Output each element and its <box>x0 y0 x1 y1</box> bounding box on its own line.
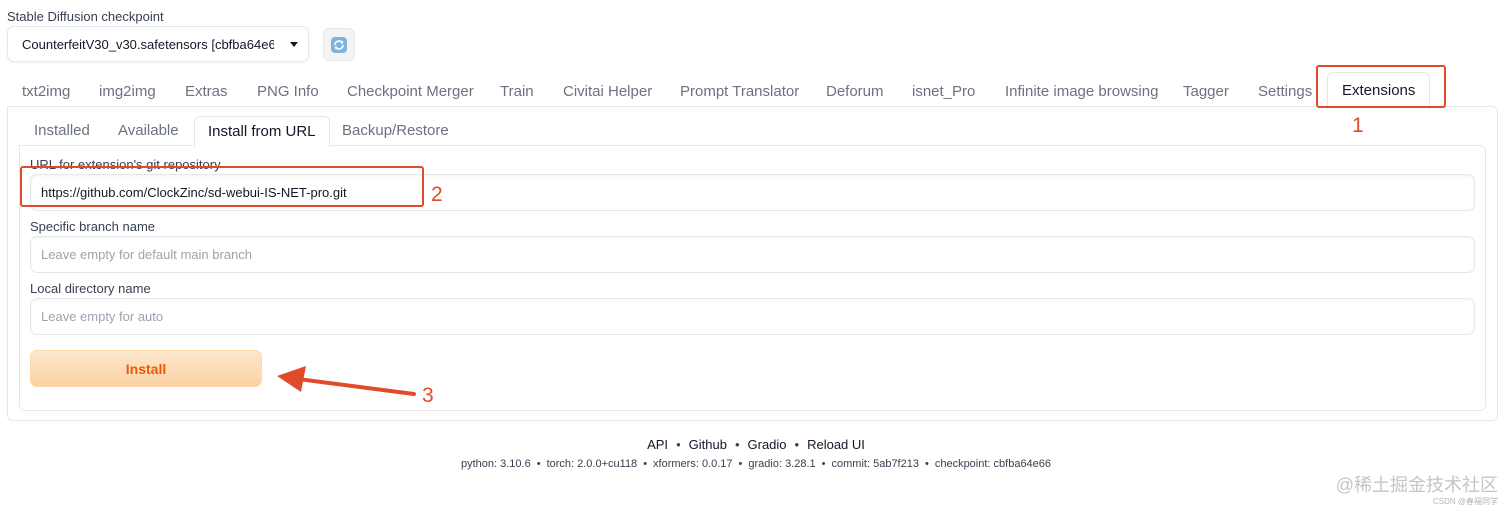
tab-png-info[interactable]: PNG Info <box>257 74 319 106</box>
tab-isnet-pro[interactable]: isnet_Pro <box>912 74 975 106</box>
annotation-arrow <box>277 366 416 396</box>
xformers-version: xformers: 0.0.17 <box>653 458 733 470</box>
tab-infinite-image-browsing[interactable]: Infinite image browsing <box>1005 74 1158 106</box>
branch-input[interactable] <box>30 236 1475 273</box>
tab-settings[interactable]: Settings <box>1258 74 1312 106</box>
footer-link-github[interactable]: Github <box>689 437 727 452</box>
tab-install-from-url[interactable]: Install from URL <box>194 116 330 148</box>
footer-link-reload-ui[interactable]: Reload UI <box>807 437 865 452</box>
tab-txt2img[interactable]: txt2img <box>22 74 70 106</box>
annotation-number-3: 3 <box>422 384 434 407</box>
tab-deforum[interactable]: Deforum <box>826 74 884 106</box>
tab-tagger[interactable]: Tagger <box>1183 74 1229 106</box>
chevron-down-icon <box>290 41 298 47</box>
annotation-box-extensions <box>1316 65 1446 108</box>
checkpoint-value: CounterfeitV30_v30.safetensors [cbfba64e… <box>22 36 274 52</box>
refresh-checkpoint-button[interactable] <box>323 28 355 61</box>
torch-version: torch: 2.0.0+cu118 <box>546 458 638 470</box>
tab-train[interactable]: Train <box>500 74 534 106</box>
tab-installed[interactable]: Installed <box>34 116 90 146</box>
directory-input[interactable] <box>30 298 1475 335</box>
watermark-sub: CSDN @春福同学 <box>1432 497 1498 506</box>
python-version: python: 3.10.6 <box>460 458 531 470</box>
tab-prompt-translator[interactable]: Prompt Translator <box>680 74 799 106</box>
footer-links: API • Github • Gradio • Reload UI <box>647 437 865 452</box>
watermark-main: @稀土掘金技术社区 <box>1335 475 1498 495</box>
refresh-icon <box>331 36 347 53</box>
tab-extras[interactable]: Extras <box>185 74 228 106</box>
footer-version-info: python: 3.10.6 • torch: 2.0.0+cu118 • xforme… <box>460 458 1052 470</box>
tab-available[interactable]: Available <box>118 116 179 146</box>
commit-hash: commit: 5ab7f213 <box>831 458 919 470</box>
checkpoint-hash: checkpoint: cbfba64e66 <box>934 458 1052 470</box>
annotation-number-2: 2 <box>431 183 443 206</box>
footer-link-gradio[interactable]: Gradio <box>748 437 787 452</box>
tab-img2img[interactable]: img2img <box>99 74 156 106</box>
tab-civitai-helper[interactable]: Civitai Helper <box>563 74 652 106</box>
tab-checkpoint-merger[interactable]: Checkpoint Merger <box>347 74 474 106</box>
annotation-number-1: 1 <box>1352 114 1364 137</box>
footer-link-api[interactable]: API <box>647 437 668 452</box>
annotation-box-url <box>20 166 424 207</box>
checkpoint-dropdown[interactable]: CounterfeitV30_v30.safetensors [cbfba64e… <box>7 26 309 62</box>
branch-field-label: Specific branch name <box>30 219 156 234</box>
gradio-version: gradio: 3.28.1 <box>748 458 816 470</box>
directory-field-label: Local directory name <box>30 281 151 296</box>
install-button[interactable]: Install <box>30 350 262 387</box>
tab-backup-restore[interactable]: Backup/Restore <box>342 116 449 146</box>
checkpoint-label: Stable Diffusion checkpoint <box>7 9 164 24</box>
